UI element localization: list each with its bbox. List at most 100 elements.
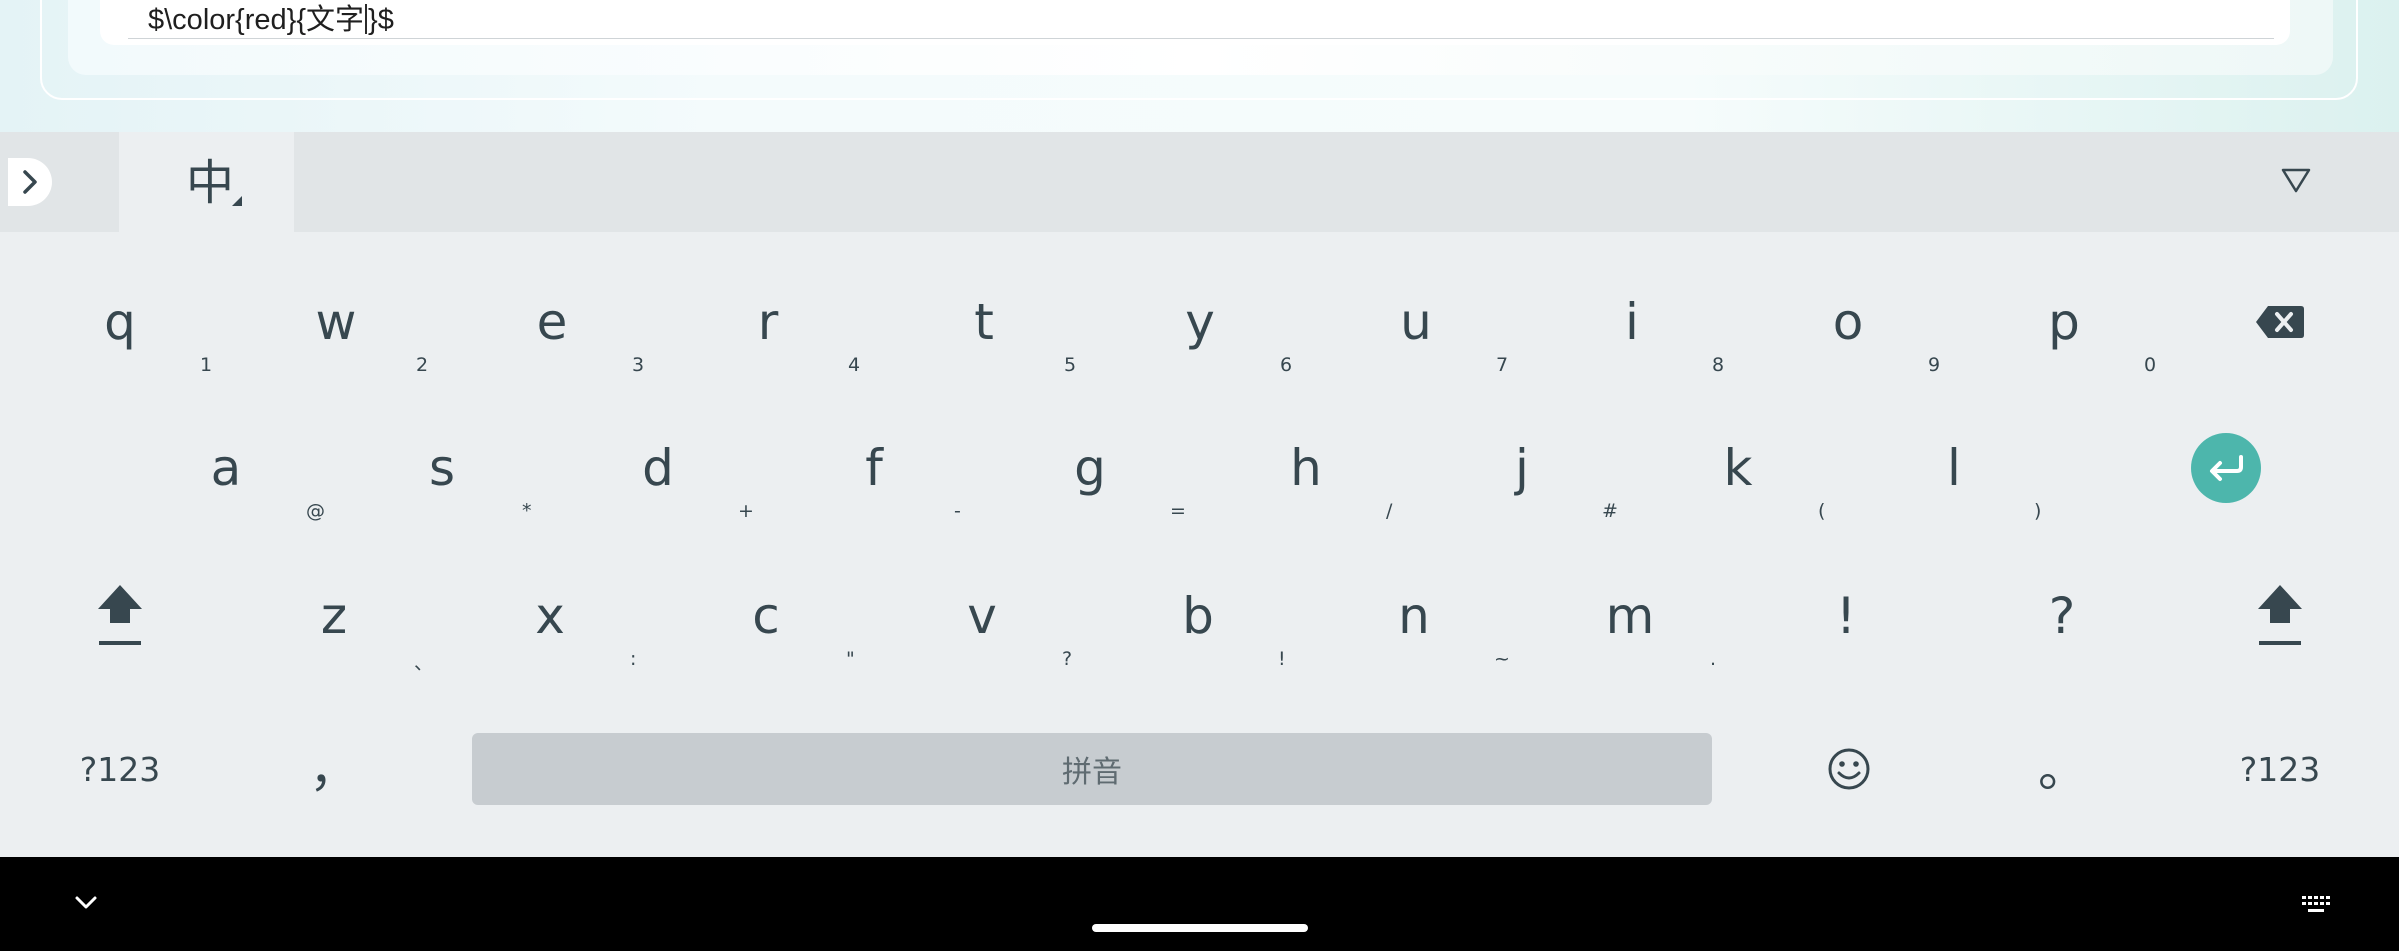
key-hint: ) [2034, 500, 2042, 522]
key-hint: 9 [1928, 354, 1941, 376]
key-hint: ( [1818, 500, 1826, 522]
text-after-caret: }$ [368, 4, 394, 36]
key-y[interactable]: y6 [1092, 252, 1308, 392]
key-label: m [1605, 587, 1655, 645]
hide-keyboard-button[interactable] [72, 891, 100, 915]
key-d[interactable]: d + [550, 398, 766, 538]
key-z[interactable]: z、 [226, 546, 442, 686]
period-key-label: 。 [2038, 740, 2088, 798]
period-key[interactable]: 。 [1955, 699, 2171, 839]
key-v[interactable]: v? [874, 546, 1090, 686]
symbols-key-right[interactable]: ?123 [2172, 699, 2388, 839]
key-b[interactable]: b! [1090, 546, 1306, 686]
key-hint: * [522, 500, 532, 522]
key-p[interactable]: p0 [1956, 252, 2172, 392]
screen: $\color{red}{文字}$ 中 ?123 ， 拼音 。 ?123 q … [0, 0, 2399, 951]
key-hint: 0 [2144, 354, 2157, 376]
key-x[interactable]: x: [442, 546, 658, 686]
comma-key[interactable]: ， [226, 699, 442, 839]
keyboard-icon [2302, 896, 2330, 912]
space-key[interactable]: 拼音 [472, 733, 1712, 805]
key-g[interactable]: g = [982, 398, 1198, 538]
key-hint: 2 [416, 354, 429, 376]
enter-button-circle [2191, 433, 2261, 503]
enter-key[interactable] [2118, 398, 2334, 538]
key-c[interactable]: c " [658, 546, 874, 686]
key-m[interactable]: m. [1522, 546, 1738, 686]
keyboard-switch-button[interactable] [2300, 894, 2332, 916]
key-hint: . [1710, 648, 1717, 670]
key-label: o [1832, 293, 1864, 351]
key-label: w [315, 293, 357, 351]
key-label: a [210, 439, 242, 497]
key-hint: ! [1278, 648, 1286, 670]
key-label: ! [1835, 587, 1857, 645]
shift-key-left[interactable] [12, 546, 228, 686]
text-caret [365, 4, 368, 34]
key-hint: + [738, 500, 754, 522]
key-i[interactable]: i8 [1524, 252, 1740, 392]
emoji-icon [1828, 748, 1870, 790]
key-u[interactable]: u7 [1308, 252, 1524, 392]
key-label: v [967, 587, 997, 645]
key-a[interactable]: a @ [118, 398, 334, 538]
key-hint: - [954, 500, 961, 522]
comma-key-label: ， [309, 740, 359, 798]
text-before-caret: $\color{red}{文字 [148, 4, 365, 36]
key-q[interactable]: q1 [12, 252, 228, 392]
key-label: z [320, 587, 348, 645]
key-exclamation[interactable]: ! [1738, 546, 1954, 686]
key-label: p [2048, 293, 2080, 351]
emoji-key[interactable] [1741, 699, 1957, 839]
key-l[interactable]: l) [1846, 398, 2062, 538]
key-hint: 8 [1712, 354, 1725, 376]
key-j[interactable]: j # [1414, 398, 1630, 538]
key-w[interactable]: w2 [228, 252, 444, 392]
text-input-value[interactable]: $\color{red}{文字}$ [148, 2, 394, 38]
key-k[interactable]: k( [1630, 398, 1846, 538]
language-label[interactable]: 中 [186, 156, 234, 210]
language-corner-indicator [232, 196, 242, 206]
key-label: q [104, 293, 136, 351]
system-navigation-bar [0, 857, 2399, 951]
backspace-icon [2256, 306, 2304, 338]
chevron-down-icon [75, 896, 97, 909]
home-gesture-handle[interactable] [1092, 924, 1308, 932]
key-label: u [1400, 293, 1432, 351]
key-o[interactable]: o9 [1740, 252, 1956, 392]
key-label: c [752, 587, 780, 645]
shift-icon [2258, 585, 2302, 645]
enter-icon [2210, 455, 2243, 481]
key-hint: = [1170, 500, 1186, 522]
symbols-key-label: ?123 [79, 749, 161, 789]
key-h[interactable]: h / [1198, 398, 1414, 538]
key-label: ? [2048, 587, 2076, 645]
shift-key-right[interactable] [2172, 546, 2388, 686]
key-t[interactable]: t5 [876, 252, 1092, 392]
key-hint: ? [1062, 648, 1073, 670]
key-hint: 4 [848, 354, 861, 376]
key-question[interactable]: ? [1954, 546, 2170, 686]
key-label: i [1625, 293, 1639, 351]
key-hint: 3 [632, 354, 645, 376]
shift-icon [98, 585, 142, 645]
keyboard-collapse-button[interactable] [2276, 160, 2316, 200]
key-hint: # [1602, 500, 1618, 522]
key-label: f [865, 439, 883, 497]
key-label: k [1723, 439, 1753, 497]
key-s[interactable]: s * [334, 398, 550, 538]
key-label: g [1074, 439, 1106, 497]
key-label: b [1182, 587, 1214, 645]
key-n[interactable]: n ~ [1306, 546, 1522, 686]
key-label: l [1947, 439, 1961, 497]
key-f[interactable]: f- [766, 398, 982, 538]
key-label: d [642, 439, 674, 497]
text-input-underline [128, 38, 2274, 39]
symbols-key-left[interactable]: ?123 [12, 699, 228, 839]
key-r[interactable]: r4 [660, 252, 876, 392]
key-hint: 6 [1280, 354, 1293, 376]
key-e[interactable]: e3 [444, 252, 660, 392]
key-label: s [428, 439, 456, 497]
soft-keyboard: 中 ?123 ， 拼音 。 ?123 q 1 w 2 e 3 r 4 t 5 y… [0, 132, 2399, 857]
backspace-key[interactable] [2172, 252, 2388, 392]
